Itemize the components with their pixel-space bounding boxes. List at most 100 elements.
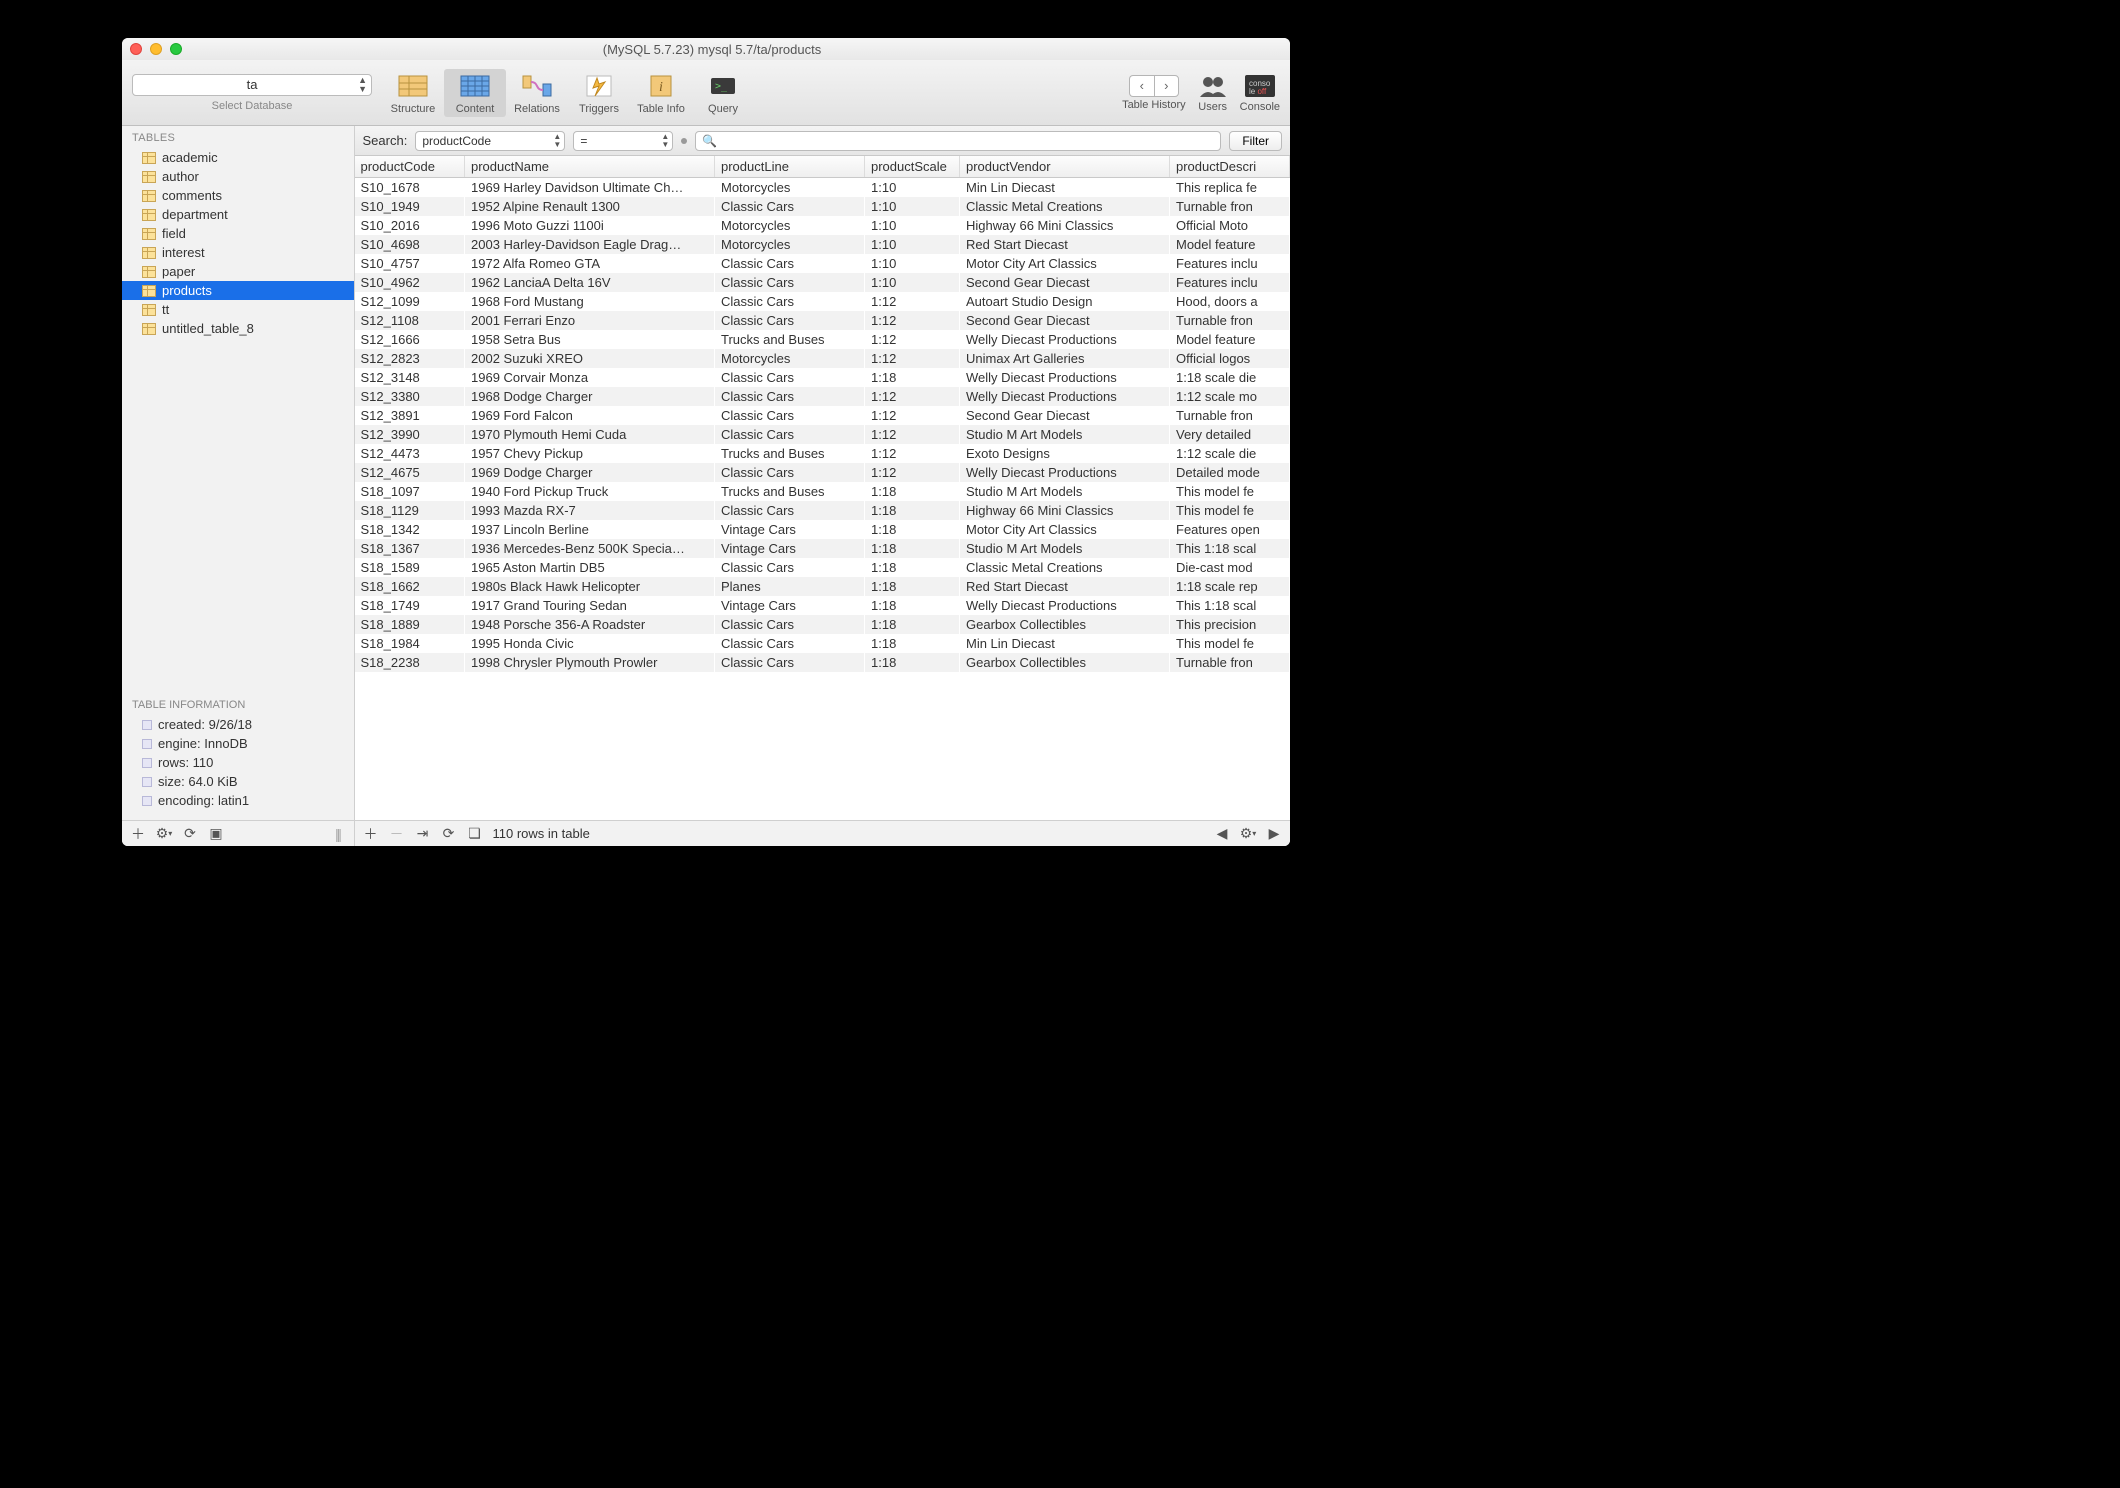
console-button[interactable]: console off Console xyxy=(1240,73,1280,113)
table-cell[interactable]: 1962 LanciaA Delta 16V xyxy=(465,273,715,292)
table-cell[interactable]: S12_4675 xyxy=(355,463,465,482)
table-cell[interactable]: Official logos xyxy=(1170,349,1290,368)
table-cell[interactable]: Classic Cars xyxy=(715,501,865,520)
table-cell[interactable]: 1980s Black Hawk Helicopter xyxy=(465,577,715,596)
table-row[interactable]: S18_10971940 Ford Pickup TruckTrucks and… xyxy=(355,482,1290,501)
sidebar-item-field[interactable]: field xyxy=(122,224,354,243)
table-cell[interactable]: Features inclu xyxy=(1170,273,1290,292)
table-cell[interactable]: Model feature xyxy=(1170,330,1290,349)
table-cell[interactable]: S12_3990 xyxy=(355,425,465,444)
table-cell[interactable]: 1:10 xyxy=(865,273,960,292)
table-cell[interactable]: 1917 Grand Touring Sedan xyxy=(465,596,715,615)
table-row[interactable]: S12_33801968 Dodge ChargerClassic Cars1:… xyxy=(355,387,1290,406)
history-forward-button[interactable]: › xyxy=(1154,75,1179,97)
sidebar-item-products[interactable]: products xyxy=(122,281,354,300)
table-cell[interactable]: 1:18 xyxy=(865,558,960,577)
table-cell[interactable]: Studio M Art Models xyxy=(960,539,1170,558)
table-row[interactable]: S18_19841995 Honda CivicClassic Cars1:18… xyxy=(355,634,1290,653)
toggle-info-button[interactable]: ▣ xyxy=(204,823,228,845)
table-cell[interactable]: This precision xyxy=(1170,615,1290,634)
table-cell[interactable]: 1970 Plymouth Hemi Cuda xyxy=(465,425,715,444)
table-cell[interactable]: Vintage Cars xyxy=(715,539,865,558)
table-cell[interactable]: S12_3380 xyxy=(355,387,465,406)
table-cell[interactable]: Motorcycles xyxy=(715,178,865,198)
structure-button[interactable]: Structure xyxy=(382,69,444,117)
table-cell[interactable]: S12_1666 xyxy=(355,330,465,349)
table-cell[interactable]: 1:18 xyxy=(865,520,960,539)
table-cell[interactable]: Motor City Art Classics xyxy=(960,520,1170,539)
reload-button[interactable]: ⟳ xyxy=(437,823,461,845)
table-cell[interactable]: 1996 Moto Guzzi 1100i xyxy=(465,216,715,235)
table-cell[interactable]: Studio M Art Models xyxy=(960,425,1170,444)
table-row[interactable]: S18_13421937 Lincoln BerlineVintage Cars… xyxy=(355,520,1290,539)
table-cell[interactable]: 1957 Chevy Pickup xyxy=(465,444,715,463)
filter-op-combo[interactable]: = ▲▼ xyxy=(573,131,673,151)
table-cell[interactable]: 1:10 xyxy=(865,216,960,235)
table-cell[interactable]: 1969 Ford Falcon xyxy=(465,406,715,425)
sidebar-item-department[interactable]: department xyxy=(122,205,354,224)
table-cell[interactable]: 1:12 xyxy=(865,292,960,311)
table-cell[interactable]: S18_1984 xyxy=(355,634,465,653)
table-cell[interactable]: S10_1949 xyxy=(355,197,465,216)
table-row[interactable]: S18_22381998 Chrysler Plymouth ProwlerCl… xyxy=(355,653,1290,672)
table-cell[interactable]: Gearbox Collectibles xyxy=(960,615,1170,634)
table-row[interactable]: S10_49621962 LanciaA Delta 16VClassic Ca… xyxy=(355,273,1290,292)
table-cell[interactable]: Classic Cars xyxy=(715,311,865,330)
table-cell[interactable]: Classic Metal Creations xyxy=(960,558,1170,577)
table-cell[interactable]: Hood, doors a xyxy=(1170,292,1290,311)
table-row[interactable]: S12_46751969 Dodge ChargerClassic Cars1:… xyxy=(355,463,1290,482)
table-cell[interactable]: S12_2823 xyxy=(355,349,465,368)
table-cell[interactable]: Vintage Cars xyxy=(715,596,865,615)
table-row[interactable]: S12_16661958 Setra BusTrucks and Buses1:… xyxy=(355,330,1290,349)
table-cell[interactable]: Motorcycles xyxy=(715,216,865,235)
table-cell[interactable]: 1:18 xyxy=(865,501,960,520)
table-cell[interactable]: 1:10 xyxy=(865,235,960,254)
table-cell[interactable]: 1:18 scale die xyxy=(1170,368,1290,387)
table-cell[interactable]: Red Start Diecast xyxy=(960,235,1170,254)
table-cell[interactable]: Unimax Art Galleries xyxy=(960,349,1170,368)
table-cell[interactable]: S18_1097 xyxy=(355,482,465,501)
table-row[interactable]: S10_20161996 Moto Guzzi 1100iMotorcycles… xyxy=(355,216,1290,235)
table-cell[interactable]: This replica fe xyxy=(1170,178,1290,198)
table-cell[interactable]: Classic Cars xyxy=(715,406,865,425)
table-cell[interactable]: Classic Cars xyxy=(715,653,865,672)
table-cell[interactable]: Welly Diecast Productions xyxy=(960,596,1170,615)
next-page-button[interactable]: ▶ xyxy=(1262,823,1286,845)
table-cell[interactable]: 1968 Dodge Charger xyxy=(465,387,715,406)
table-cell[interactable]: 1:18 xyxy=(865,653,960,672)
table-cell[interactable]: 1:12 xyxy=(865,425,960,444)
table-cell[interactable]: 1:18 xyxy=(865,539,960,558)
table-row[interactable]: S10_19491952 Alpine Renault 1300Classic … xyxy=(355,197,1290,216)
table-row[interactable]: S18_15891965 Aston Martin DB5Classic Car… xyxy=(355,558,1290,577)
table-cell[interactable]: Turnable fron xyxy=(1170,311,1290,330)
sidebar-item-academic[interactable]: academic xyxy=(122,148,354,167)
table-row[interactable]: S12_10991968 Ford MustangClassic Cars1:1… xyxy=(355,292,1290,311)
table-cell[interactable]: 1952 Alpine Renault 1300 xyxy=(465,197,715,216)
table-cell[interactable]: S18_1367 xyxy=(355,539,465,558)
data-grid[interactable]: productCodeproductNameproductLineproduct… xyxy=(355,156,1291,820)
table-cell[interactable]: 1969 Dodge Charger xyxy=(465,463,715,482)
table-cell[interactable]: Classic Cars xyxy=(715,387,865,406)
table-cell[interactable]: S18_1662 xyxy=(355,577,465,596)
table-cell[interactable]: 1:12 xyxy=(865,463,960,482)
table-cell[interactable]: Highway 66 Mini Classics xyxy=(960,216,1170,235)
table-row[interactable]: S18_13671936 Mercedes-Benz 500K Specia…V… xyxy=(355,539,1290,558)
query-button[interactable]: >_ Query xyxy=(692,69,754,117)
sidebar-item-untitled_table_8[interactable]: untitled_table_8 xyxy=(122,319,354,338)
sidebar-item-tt[interactable]: tt xyxy=(122,300,354,319)
table-cell[interactable]: 1:12 xyxy=(865,349,960,368)
table-row[interactable]: S10_16781969 Harley Davidson Ultimate Ch… xyxy=(355,178,1290,198)
table-cell[interactable]: Exoto Designs xyxy=(960,444,1170,463)
table-cell[interactable]: 1968 Ford Mustang xyxy=(465,292,715,311)
table-cell[interactable]: Classic Cars xyxy=(715,425,865,444)
table-cell[interactable]: S12_1099 xyxy=(355,292,465,311)
table-cell[interactable]: S10_4698 xyxy=(355,235,465,254)
table-cell[interactable]: This model fe xyxy=(1170,634,1290,653)
table-cell[interactable]: 1998 Chrysler Plymouth Prowler xyxy=(465,653,715,672)
table-row[interactable]: S12_44731957 Chevy PickupTrucks and Buse… xyxy=(355,444,1290,463)
table-cell[interactable]: Classic Cars xyxy=(715,273,865,292)
table-cell[interactable]: 1:12 xyxy=(865,387,960,406)
table-cell[interactable]: 1937 Lincoln Berline xyxy=(465,520,715,539)
table-cell[interactable]: 1940 Ford Pickup Truck xyxy=(465,482,715,501)
close-window-icon[interactable] xyxy=(130,43,142,55)
